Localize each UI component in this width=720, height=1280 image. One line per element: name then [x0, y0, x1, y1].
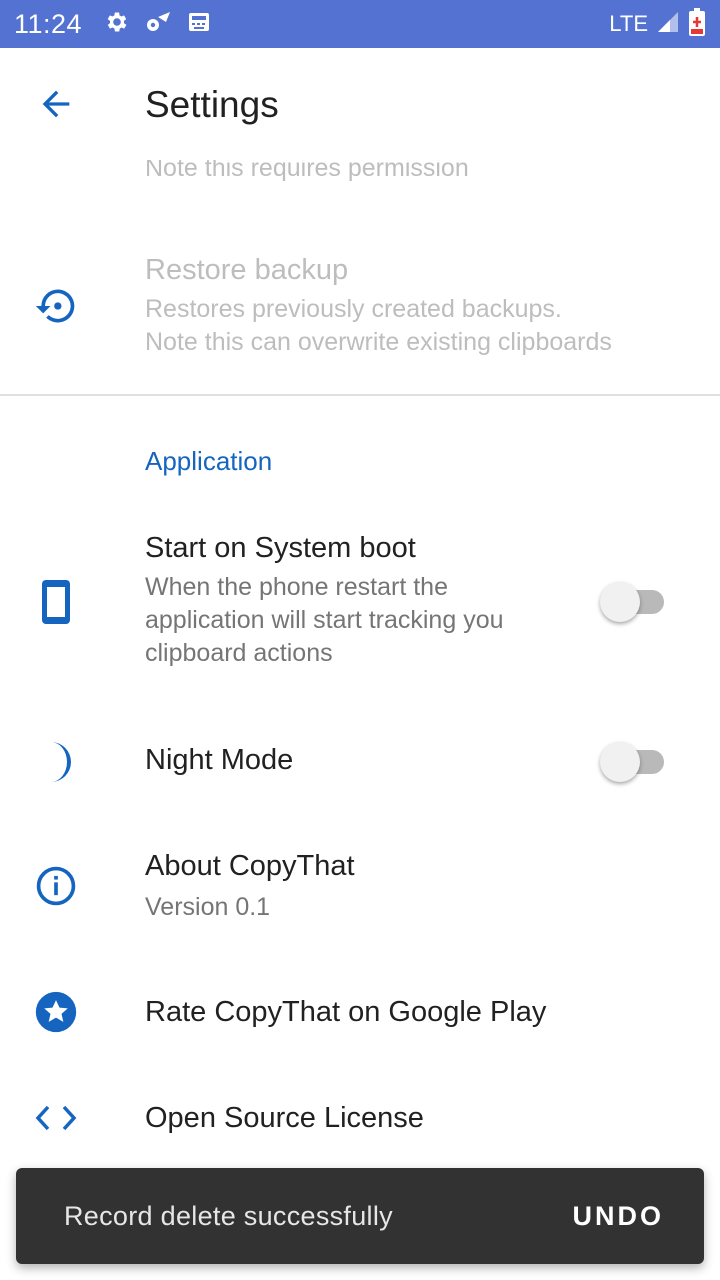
status-bar: 11:24 LTE	[0, 0, 720, 48]
snackbar: Record delete successfully UNDO	[16, 1168, 704, 1264]
moon-icon	[28, 734, 84, 790]
page-title: Settings	[145, 84, 279, 125]
status-time: 11:24	[14, 8, 83, 39]
preference-list[interactable]: Note this requires permission Restore ba…	[0, 48, 720, 1280]
keyboard-icon	[186, 9, 212, 40]
about-summary: Version 0.1	[145, 893, 271, 921]
start-on-boot-text: Start on System boot When the phone rest…	[145, 532, 504, 670]
night-mode-switch[interactable]	[600, 738, 664, 782]
cog-wifi-icon	[144, 9, 172, 40]
restore-backup-summary-2: Note this can overwrite existing clipboa…	[145, 328, 612, 356]
snackbar-message: Record delete successfully	[64, 1200, 393, 1231]
undo-button[interactable]: UNDO	[573, 1201, 665, 1232]
arrow-back-icon	[36, 84, 76, 129]
status-system-icons: LTE	[609, 7, 706, 41]
network-type: LTE	[609, 11, 648, 36]
star-icon	[28, 984, 84, 1040]
night-mode-title: Night Mode	[145, 744, 294, 776]
about-text: About CopyThat Version 0.1	[145, 850, 355, 924]
rate-title: Rate CopyThat on Google Play	[145, 996, 547, 1028]
start-on-boot-summary-1: When the phone restart the	[145, 573, 448, 601]
start-on-boot-summary-3: clipboard actions	[145, 639, 333, 667]
switch-thumb	[600, 742, 640, 782]
phone-icon	[28, 574, 84, 630]
signal-icon	[656, 10, 680, 39]
restore-backup-text: Restore backup Restores previously creat…	[145, 254, 612, 359]
category-divider	[0, 394, 720, 396]
switch-thumb	[600, 582, 640, 622]
category-application: Application	[145, 446, 273, 476]
restore-icon	[28, 278, 84, 334]
battery-icon	[688, 7, 706, 41]
app-bar: Settings	[0, 48, 720, 160]
status-notification-icons	[104, 9, 212, 40]
restore-backup-summary-1: Restores previously created backups.	[145, 295, 562, 323]
about-title: About CopyThat	[145, 850, 355, 882]
settings-screen: 11:24 LTE Settings Note this requires pe…	[0, 0, 720, 1280]
restore-backup-title: Restore backup	[145, 254, 349, 286]
start-on-boot-summary-2: application will start tracking you	[145, 606, 504, 634]
back-button[interactable]	[28, 78, 84, 134]
license-title: Open Source License	[145, 1102, 424, 1134]
code-icon	[28, 1090, 84, 1146]
gear-icon	[104, 9, 130, 40]
info-icon	[28, 858, 84, 914]
start-on-boot-switch[interactable]	[600, 578, 664, 622]
start-on-boot-title: Start on System boot	[145, 532, 416, 564]
